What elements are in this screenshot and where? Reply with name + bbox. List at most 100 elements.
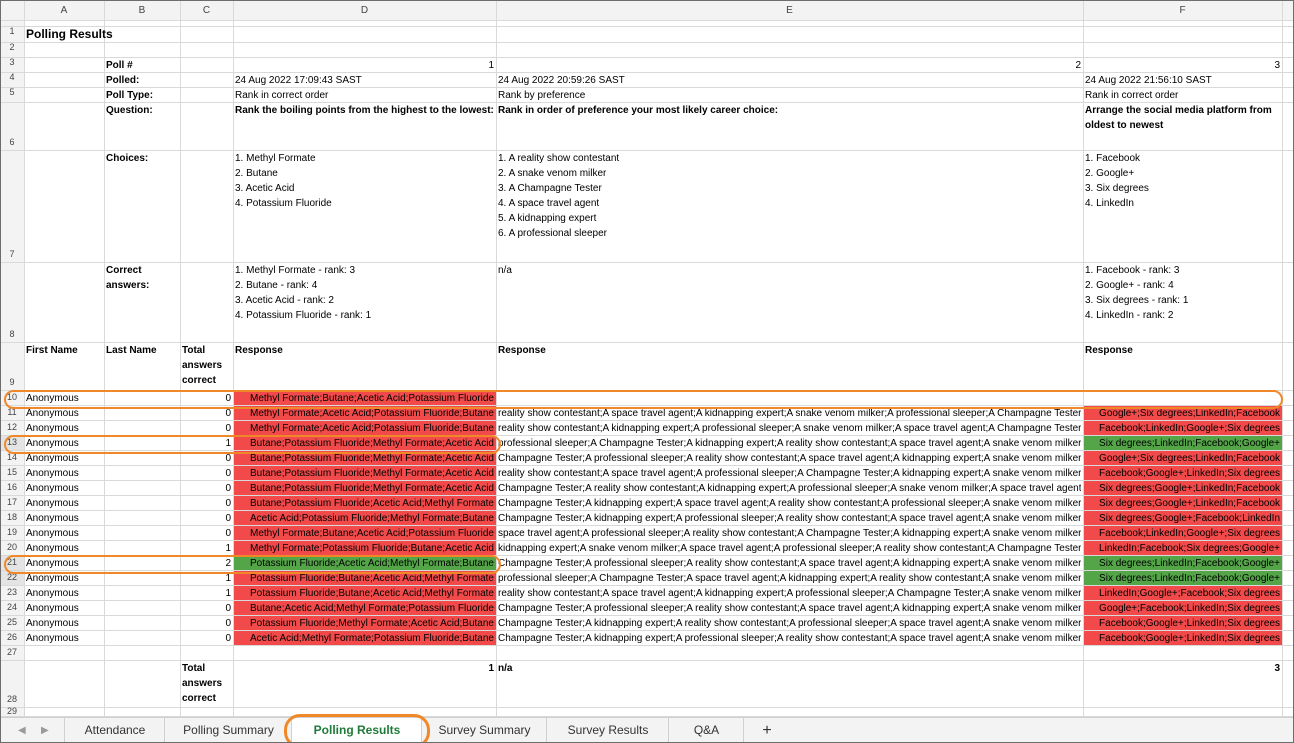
response-header[interactable]: Response xyxy=(498,343,1081,390)
sheet-title[interactable]: Polling Results xyxy=(26,27,176,42)
respondent-first-name[interactable]: Anonymous xyxy=(26,421,102,435)
respondent-first-name[interactable]: Anonymous xyxy=(26,481,102,495)
response-poll-2[interactable]: Champagne Tester;A kidnapping expert;A p… xyxy=(498,511,1081,525)
response-poll-1[interactable]: Butane;Acetic Acid;Methyl Formate;Potass… xyxy=(235,601,494,615)
response-poll-2[interactable]: Champagne Tester;A professional sleeper;… xyxy=(498,451,1081,465)
response-poll-2[interactable]: Champagne Tester;A professional sleeper;… xyxy=(498,556,1081,570)
response-poll-1[interactable]: Potassium Fluoride;Methyl Formate;Acetic… xyxy=(235,616,494,630)
column-header-f[interactable]: F xyxy=(1083,1,1282,20)
poll-choices[interactable]: 1. Methyl Formate 2. Butane 3. Acetic Acid… xyxy=(235,151,494,262)
sheet-tab-polling-summary[interactable]: Polling Summary xyxy=(164,718,292,742)
respondent-total-correct[interactable]: 0 xyxy=(182,526,231,540)
sheet-tab-survey-summary[interactable]: Survey Summary xyxy=(421,718,547,742)
response-poll-3[interactable]: Facebook;LinkedIn;Google+;Six degrees xyxy=(1085,421,1280,435)
poll-total-correct[interactable]: 1 xyxy=(235,661,494,707)
response-poll-1[interactable]: Butane;Potassium Fluoride;Acetic Acid;Me… xyxy=(235,496,494,510)
header-last-name[interactable]: Last Name xyxy=(106,343,178,390)
response-poll-3[interactable]: Facebook;LinkedIn;Google+;Six degrees xyxy=(1085,526,1280,540)
response-header[interactable]: Response xyxy=(1085,343,1280,390)
poll-question[interactable]: Rank in order of preference your most li… xyxy=(498,103,1081,150)
label-poll-type[interactable]: Poll Type: xyxy=(106,88,178,102)
poll-type[interactable]: Rank by preference xyxy=(498,88,1081,102)
column-header-c[interactable]: C xyxy=(180,1,233,20)
row-header-9[interactable]: 9 xyxy=(1,342,23,390)
row-header-6[interactable]: 6 xyxy=(1,102,23,150)
response-poll-1[interactable]: Methyl Formate;Potassium Fluoride;Butane… xyxy=(235,541,494,555)
row-header-24[interactable]: 24 xyxy=(1,600,23,615)
row-header-8[interactable]: 8 xyxy=(1,262,23,342)
row-header-1[interactable]: 1 xyxy=(1,26,23,42)
respondent-total-correct[interactable]: 0 xyxy=(182,466,231,480)
label-total-correct[interactable]: Total answers correct xyxy=(182,661,231,707)
respondent-total-correct[interactable]: 0 xyxy=(182,631,231,645)
poll-correct-answers[interactable]: 1. Methyl Formate - rank: 3 2. Butane - r… xyxy=(235,263,494,342)
poll-number[interactable]: 2 xyxy=(498,58,1081,72)
column-header-a[interactable]: A xyxy=(24,1,104,20)
row-header-26[interactable]: 26 xyxy=(1,630,23,645)
response-poll-3[interactable]: Six degrees;Google+;Facebook;LinkedIn xyxy=(1085,511,1280,525)
respondent-first-name[interactable]: Anonymous xyxy=(26,601,102,615)
row-header-17[interactable]: 17 xyxy=(1,495,23,510)
row-header-28[interactable]: 28 xyxy=(1,660,23,707)
response-poll-1[interactable]: Butane;Potassium Fluoride;Methyl Formate… xyxy=(235,466,494,480)
response-poll-3[interactable]: Google+;Facebook;LinkedIn;Six degrees xyxy=(1085,601,1280,615)
poll-choices[interactable]: 1. Facebook 2. Google+ 3. Six degrees 4. Li… xyxy=(1085,151,1280,262)
poll-date[interactable]: 24 Aug 2022 20:59:26 SAST xyxy=(498,73,1081,87)
row-header-25[interactable]: 25 xyxy=(1,615,23,630)
row-header-23[interactable]: 23 xyxy=(1,585,23,600)
response-poll-2[interactable]: Champagne Tester;A kidnapping expert;A p… xyxy=(498,631,1081,645)
response-header[interactable]: Response xyxy=(235,343,494,390)
row-header-18[interactable]: 18 xyxy=(1,510,23,525)
row-header-2[interactable]: 2 xyxy=(1,42,23,57)
row-header-3[interactable]: 3 xyxy=(1,57,23,72)
column-header-e[interactable]: E xyxy=(496,1,1083,20)
response-poll-2[interactable]: reality show contestant;A space travel a… xyxy=(498,586,1081,600)
response-poll-1[interactable]: Acetic Acid;Methyl Formate;Potassium Flu… xyxy=(235,631,494,645)
response-poll-2[interactable]: Champagne Tester;A kidnapping expert;A s… xyxy=(498,496,1081,510)
respondent-first-name[interactable]: Anonymous xyxy=(26,511,102,525)
row-header-19[interactable]: 19 xyxy=(1,525,23,540)
poll-type[interactable]: Rank in correct order xyxy=(1085,88,1280,102)
column-header-d[interactable]: D xyxy=(233,1,496,20)
header-total-correct[interactable]: Total answers correct xyxy=(182,343,231,390)
response-poll-2[interactable]: Champagne Tester;A reality show contesta… xyxy=(498,481,1081,495)
next-sheet-arrow-icon[interactable]: ▶ xyxy=(41,725,49,736)
label-polled[interactable]: Polled: xyxy=(106,73,178,87)
response-poll-2[interactable]: reality show contestant;A space travel a… xyxy=(498,466,1081,480)
response-poll-3[interactable]: Six degrees;Google+;LinkedIn;Facebook xyxy=(1085,496,1280,510)
response-poll-3[interactable]: LinkedIn;Google+;Facebook;Six degrees xyxy=(1085,586,1280,600)
respondent-first-name[interactable]: Anonymous xyxy=(26,526,102,540)
response-poll-2[interactable]: space travel agent;A professional sleepe… xyxy=(498,526,1081,540)
sheet-tab-survey-results[interactable]: Survey Results xyxy=(546,718,669,742)
row-header-5[interactable]: 5 xyxy=(1,87,23,102)
row-header-7[interactable]: 7 xyxy=(1,150,23,262)
response-poll-1[interactable]: Methyl Formate;Butane;Acetic Acid;Potass… xyxy=(235,526,494,540)
add-sheet-button[interactable]: + xyxy=(743,718,790,742)
poll-type[interactable]: Rank in correct order xyxy=(235,88,494,102)
prev-sheet-arrow-icon[interactable]: ◀ xyxy=(18,725,26,736)
response-poll-1[interactable]: Butane;Potassium Fluoride;Methyl Formate… xyxy=(235,481,494,495)
respondent-first-name[interactable]: Anonymous xyxy=(26,616,102,630)
poll-number[interactable]: 3 xyxy=(1085,58,1280,72)
response-poll-3[interactable]: Six degrees;LinkedIn;Facebook;Google+ xyxy=(1085,556,1280,570)
response-poll-2[interactable]: reality show contestant;A kidnapping exp… xyxy=(498,421,1081,435)
response-poll-2[interactable]: professional sleeper;A Champagne Tester;… xyxy=(498,571,1081,585)
poll-question[interactable]: Rank the boiling points from the highest… xyxy=(235,103,494,150)
header-first-name[interactable]: First Name xyxy=(26,343,102,390)
respondent-total-correct[interactable]: 1 xyxy=(182,541,231,555)
poll-choices[interactable]: 1. A reality show contestant 2. A snake v… xyxy=(498,151,1081,262)
response-poll-3[interactable]: Facebook;Google+;LinkedIn;Six degrees xyxy=(1085,631,1280,645)
row-header-15[interactable]: 15 xyxy=(1,465,23,480)
label-question[interactable]: Question: xyxy=(106,103,178,150)
respondent-total-correct[interactable]: 0 xyxy=(182,616,231,630)
respondent-total-correct[interactable]: 0 xyxy=(182,601,231,615)
respondent-first-name[interactable]: Anonymous xyxy=(26,586,102,600)
response-poll-3[interactable]: Six degrees;Google+;LinkedIn;Facebook xyxy=(1085,481,1280,495)
sheet-tab-q-a[interactable]: Q&A xyxy=(668,718,744,742)
respondent-total-correct[interactable]: 0 xyxy=(182,496,231,510)
label-poll-num[interactable]: Poll # xyxy=(106,58,178,72)
response-poll-3[interactable]: Facebook;Google+;LinkedIn;Six degrees xyxy=(1085,616,1280,630)
response-poll-1[interactable]: Acetic Acid;Potassium Fluoride;Methyl Fo… xyxy=(235,511,494,525)
poll-date[interactable]: 24 Aug 2022 17:09:43 SAST xyxy=(235,73,494,87)
label-choices[interactable]: Choices: xyxy=(106,151,178,262)
